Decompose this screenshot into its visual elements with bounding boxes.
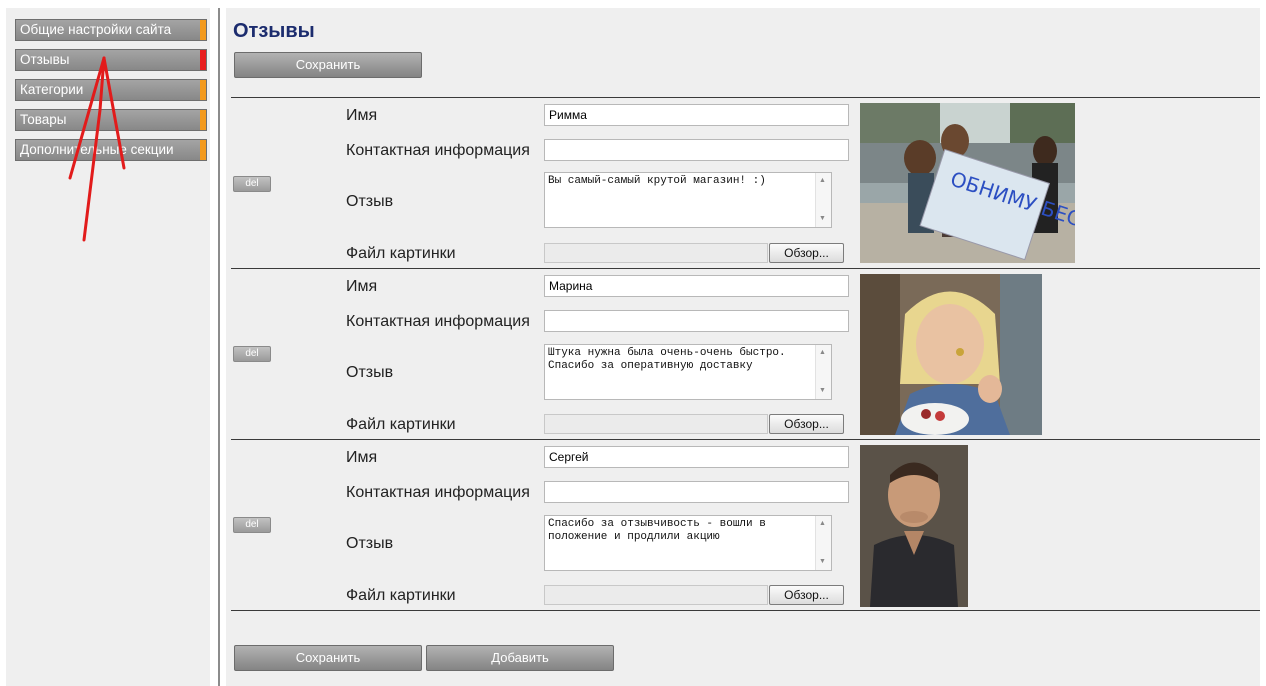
browse-button[interactable]: Обзор...: [769, 585, 844, 605]
photo-girls-with-sign: ОБНИМУ БЕСПЛАТНО: [860, 103, 1075, 263]
review-text[interactable]: Спасибо за отзывчивость - вошли в положе…: [545, 516, 815, 570]
sidebar-item-reviews[interactable]: Отзывы: [15, 49, 207, 71]
contact-field[interactable]: [544, 139, 849, 161]
delete-button[interactable]: del: [233, 517, 271, 533]
divider: [231, 610, 1260, 611]
sidebar: Общие настройки сайта Отзывы Категории Т…: [6, 8, 210, 686]
file-path-field[interactable]: [544, 243, 768, 263]
sidebar-item-label: Категории: [20, 82, 84, 97]
sidebar-divider: [218, 8, 220, 686]
review-photo: [860, 274, 1042, 435]
name-label: Имя: [346, 449, 378, 466]
add-button[interactable]: Добавить: [426, 645, 614, 671]
contact-label: Контактная информация: [346, 142, 530, 159]
delete-button[interactable]: del: [233, 346, 271, 362]
save-button-bottom[interactable]: Сохранить: [234, 645, 422, 671]
sidebar-item-label: Товары: [20, 112, 67, 127]
orange-tab-marker: [200, 140, 206, 160]
orange-tab-marker: [200, 80, 206, 100]
review-textarea[interactable]: Вы самый-самый крутой магазин! :) ▲ ▼: [544, 172, 832, 228]
sidebar-item-products[interactable]: Товары: [15, 109, 207, 131]
contact-field[interactable]: [544, 481, 849, 503]
photo-blonde-woman: [860, 274, 1042, 435]
orange-tab-marker: [200, 20, 206, 40]
name-label: Имя: [346, 107, 378, 124]
divider: [231, 439, 1260, 440]
scroll-down-icon[interactable]: ▼: [819, 558, 826, 566]
name-field[interactable]: [544, 275, 849, 297]
review-text[interactable]: Вы самый-самый крутой магазин! :): [545, 173, 815, 227]
sidebar-item-categories[interactable]: Категории: [15, 79, 207, 101]
page-title: Отзывы: [233, 20, 315, 42]
file-path-field[interactable]: [544, 585, 768, 605]
scroll-down-icon[interactable]: ▼: [819, 387, 826, 395]
review-photo: ОБНИМУ БЕСПЛАТНО: [860, 103, 1075, 263]
sidebar-item-label: Отзывы: [20, 52, 70, 67]
review-label: Отзыв: [346, 364, 394, 381]
contact-field[interactable]: [544, 310, 849, 332]
textarea-scrollbar[interactable]: ▲ ▼: [815, 516, 831, 570]
sidebar-item-general-settings[interactable]: Общие настройки сайта: [15, 19, 207, 41]
contact-label: Контактная информация: [346, 313, 530, 330]
active-tab-marker: [200, 50, 206, 70]
name-field[interactable]: [544, 104, 849, 126]
browse-button[interactable]: Обзор...: [769, 414, 844, 434]
browse-button[interactable]: Обзор...: [769, 243, 844, 263]
contact-label: Контактная информация: [346, 484, 530, 501]
review-textarea[interactable]: Спасибо за отзывчивость - вошли в положе…: [544, 515, 832, 571]
sidebar-item-label: Общие настройки сайта: [20, 22, 172, 37]
divider: [231, 268, 1260, 269]
name-label: Имя: [346, 278, 378, 295]
sidebar-item-extra-sections[interactable]: Дополнительные секции: [15, 139, 207, 161]
review-label: Отзыв: [346, 193, 394, 210]
textarea-scrollbar[interactable]: ▲ ▼: [815, 173, 831, 227]
main-panel: Отзывы Сохранить del Имя Контактная инфо…: [226, 8, 1260, 686]
review-label: Отзыв: [346, 535, 394, 552]
image-file-label: Файл картинки: [346, 416, 456, 433]
save-button-top[interactable]: Сохранить: [234, 52, 422, 78]
review-photo: [860, 445, 968, 607]
review-textarea[interactable]: Штука нужна была очень-очень быстро. Спа…: [544, 344, 832, 400]
scroll-up-icon[interactable]: ▲: [819, 349, 826, 357]
orange-tab-marker: [200, 110, 206, 130]
image-file-label: Файл картинки: [346, 587, 456, 604]
scroll-down-icon[interactable]: ▼: [819, 215, 826, 223]
sidebar-item-label: Дополнительные секции: [20, 142, 174, 157]
scroll-up-icon[interactable]: ▲: [819, 520, 826, 528]
name-field[interactable]: [544, 446, 849, 468]
delete-button[interactable]: del: [233, 176, 271, 192]
divider: [231, 97, 1260, 98]
scroll-up-icon[interactable]: ▲: [819, 177, 826, 185]
textarea-scrollbar[interactable]: ▲ ▼: [815, 345, 831, 399]
photo-man-portrait: [860, 445, 968, 607]
file-path-field[interactable]: [544, 414, 768, 434]
image-file-label: Файл картинки: [346, 245, 456, 262]
review-text[interactable]: Штука нужна была очень-очень быстро. Спа…: [545, 345, 815, 399]
